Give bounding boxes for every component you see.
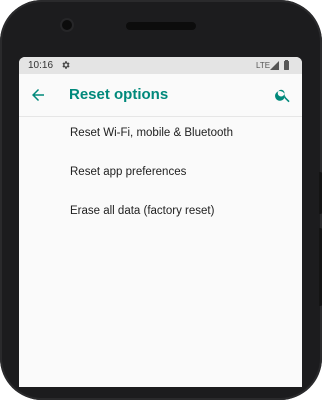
arrow-back-icon[interactable] — [29, 86, 47, 104]
page-title: Reset options — [69, 86, 169, 103]
earpiece-speaker — [126, 22, 196, 30]
phone-frame: 10:16 LTE Reset options Reset Wi-Fi, mob… — [0, 0, 322, 400]
reset-options-list: Reset Wi-Fi, mobile & Bluetooth Reset ap… — [19, 116, 302, 233]
list-item-label: Reset app preferences — [70, 166, 187, 178]
search-icon[interactable] — [274, 86, 292, 104]
status-bar: 10:16 LTE — [19, 57, 302, 74]
list-item-label: Reset Wi-Fi, mobile & Bluetooth — [70, 127, 233, 139]
app-toolbar: Reset options — [19, 74, 302, 117]
battery-icon — [284, 60, 289, 70]
signal-icon — [270, 61, 279, 70]
screen: 10:16 LTE Reset options Reset Wi-Fi, mob… — [19, 57, 302, 387]
network-type: LTE — [256, 61, 271, 70]
list-item-reset-network[interactable]: Reset Wi-Fi, mobile & Bluetooth — [19, 116, 302, 155]
status-time: 10:16 — [28, 60, 54, 71]
front-camera — [62, 20, 72, 30]
list-item-factory-reset[interactable]: Erase all data (factory reset) — [19, 194, 302, 233]
settings-gear-icon — [62, 61, 70, 69]
list-item-reset-app-preferences[interactable]: Reset app preferences — [19, 155, 302, 194]
list-item-label: Erase all data (factory reset) — [70, 205, 215, 217]
